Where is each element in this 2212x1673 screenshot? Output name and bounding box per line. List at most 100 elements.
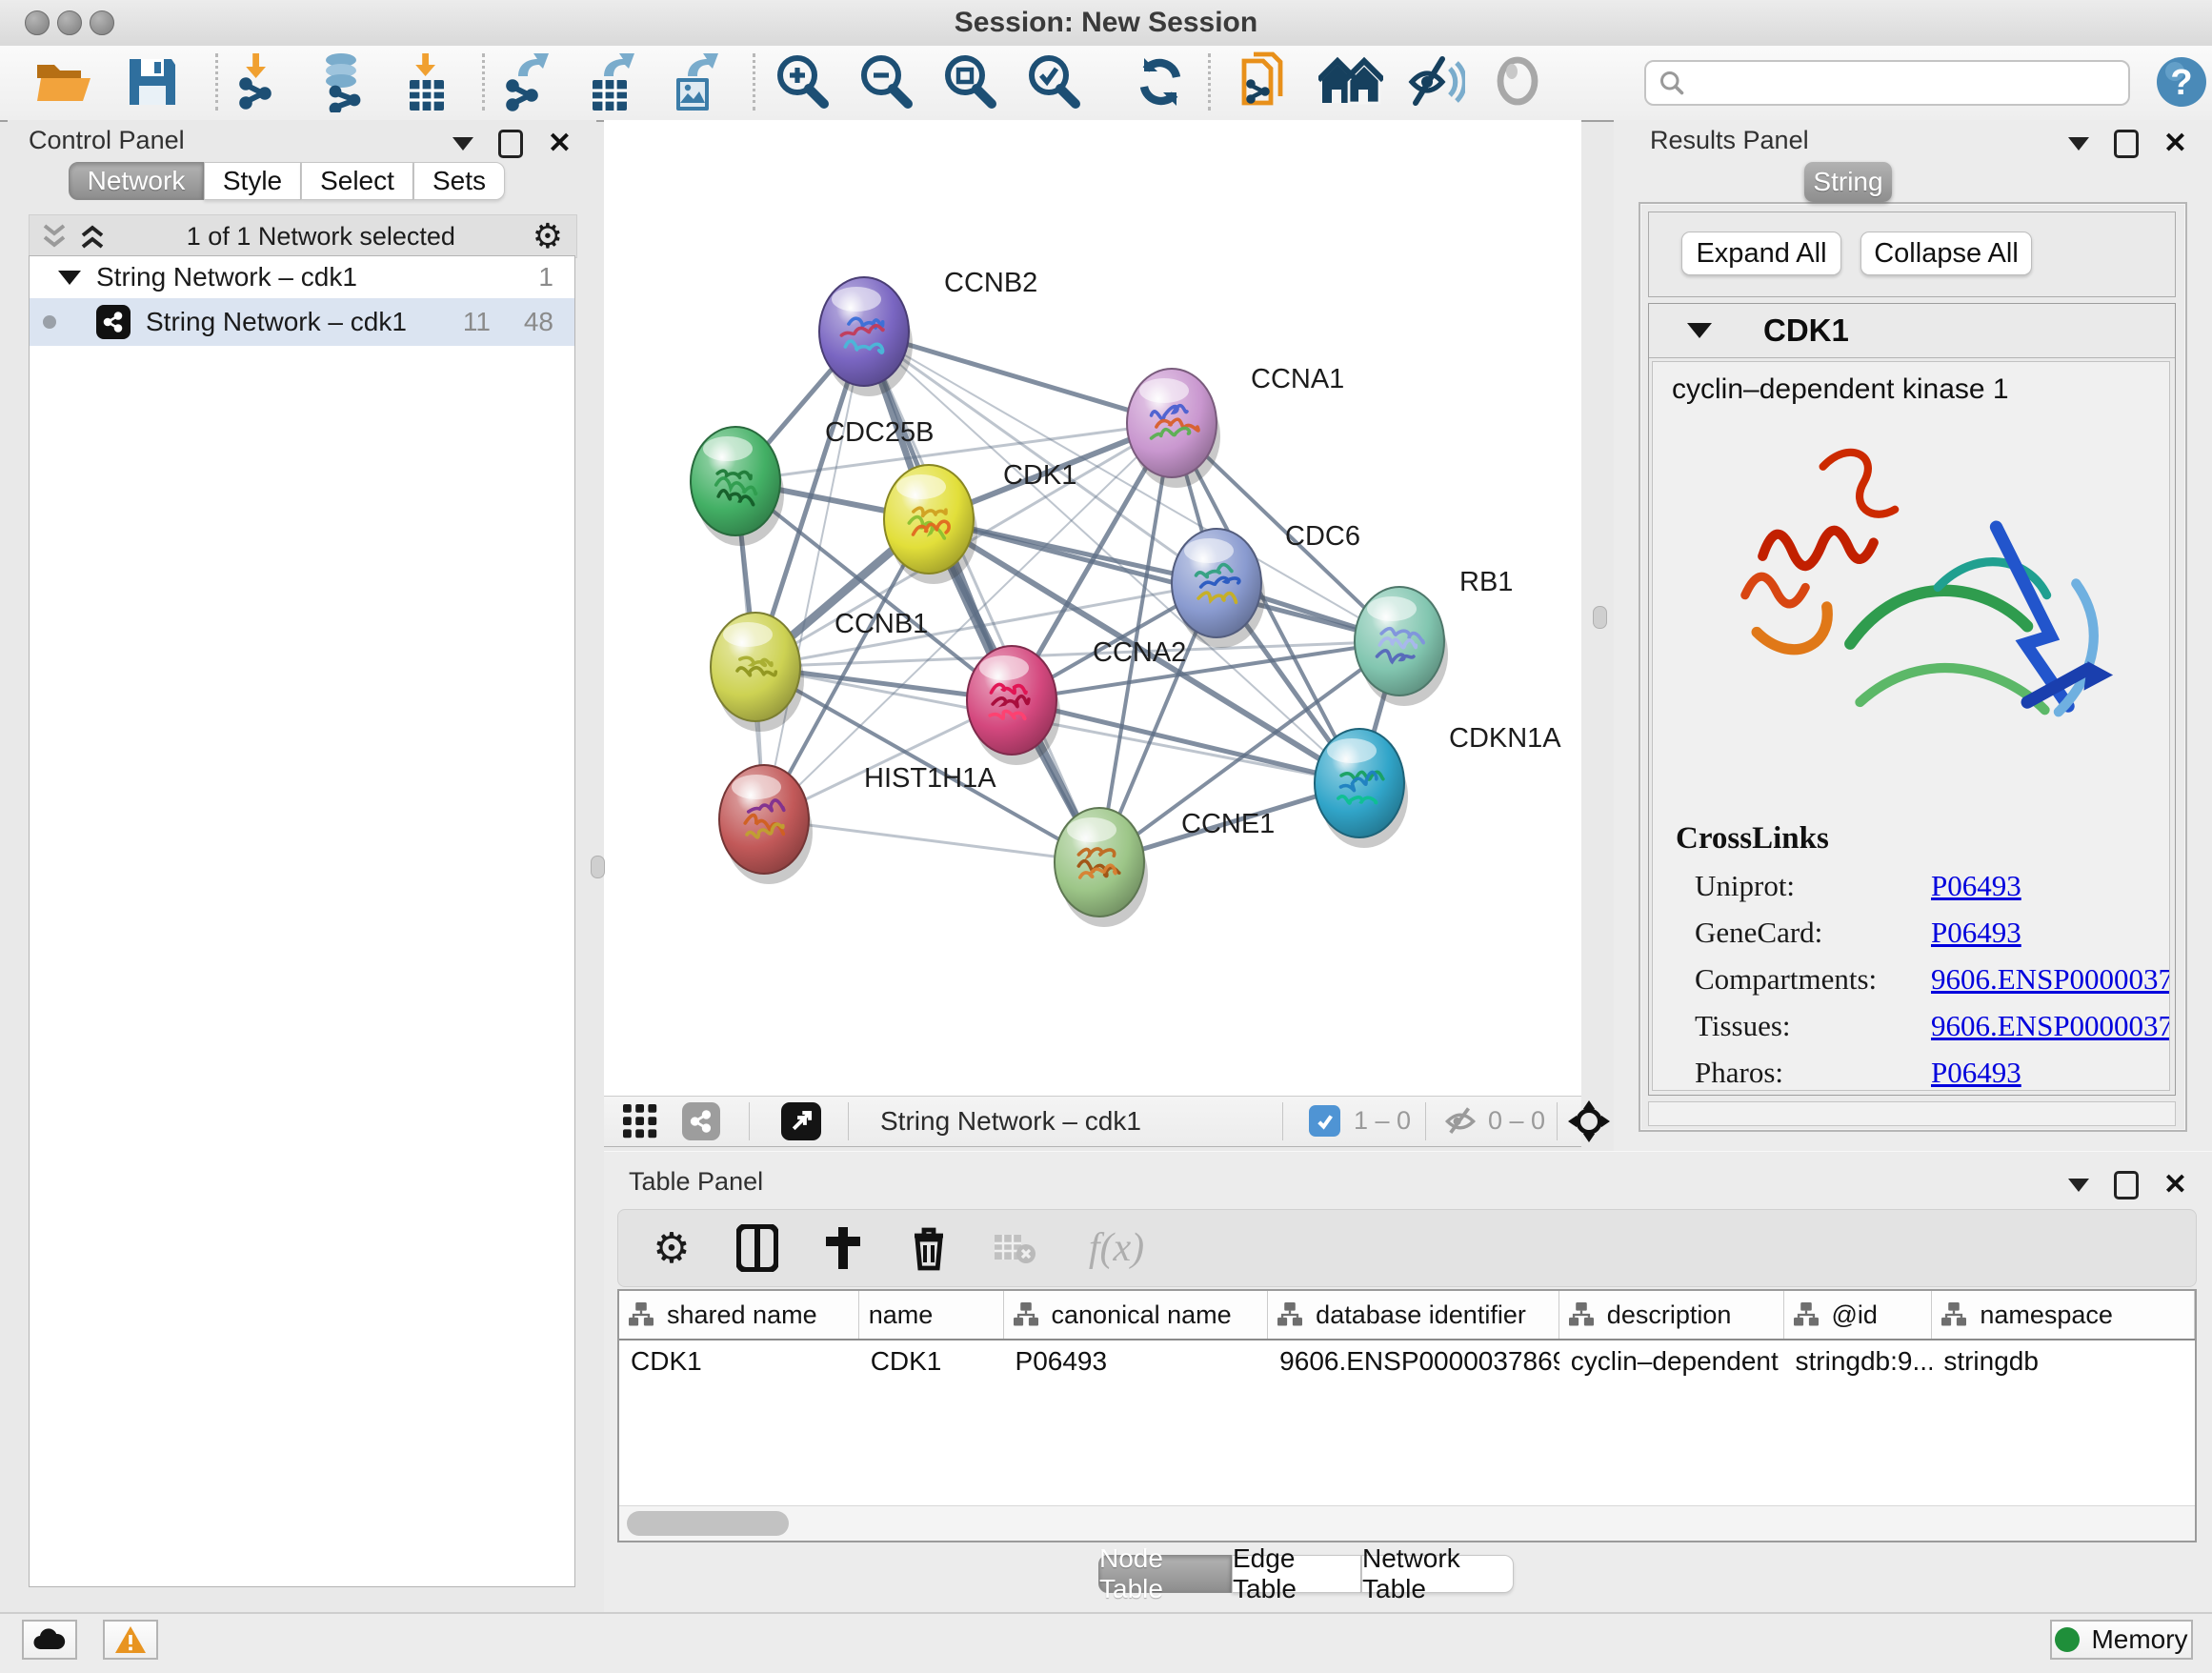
tab-node-table[interactable]: Node Table	[1098, 1555, 1232, 1593]
home-button[interactable]	[1311, 50, 1391, 114]
table-cell[interactable]: stringdb:9...	[1784, 1346, 1933, 1377]
tab-select[interactable]: Select	[301, 162, 413, 200]
expand-all-icon[interactable]	[77, 222, 110, 251]
network-canvas[interactable]: CCNB2CCNA1CDC25BCDK1CDC6RB1CCNB1CCNA2CDK…	[604, 120, 1581, 1096]
memory-button[interactable]: Memory	[2050, 1620, 2193, 1660]
column-header-database-identifier[interactable]: database identifier	[1268, 1291, 1559, 1339]
column-header-name[interactable]: name	[859, 1291, 1004, 1339]
help-button[interactable]: ?	[2142, 50, 2212, 114]
float-panel-icon[interactable]	[498, 130, 523, 158]
refresh-button[interactable]	[1120, 50, 1200, 114]
crosslink-link[interactable]: P06493	[1931, 1056, 2021, 1090]
results-scrollbar[interactable]	[1648, 1101, 2176, 1126]
warnings-button[interactable]	[103, 1620, 158, 1660]
tree-expander-icon[interactable]	[58, 271, 81, 285]
tab-style[interactable]: Style	[204, 162, 301, 200]
node-gloss	[896, 474, 946, 499]
table-row[interactable]: CDK1CDK1P064939606.ENSP00000378699cyclin…	[619, 1340, 2195, 1382]
network-collection-row[interactable]: String Network – cdk1 1	[30, 256, 574, 298]
delete-column-trash-icon[interactable]	[902, 1221, 955, 1275]
table-cell[interactable]: CDK1	[619, 1346, 859, 1377]
zoom-selected-button[interactable]	[1014, 50, 1094, 114]
column-header-canonical-name[interactable]: canonical name	[1004, 1291, 1269, 1339]
export-image-button[interactable]	[654, 50, 734, 114]
add-column-icon[interactable]	[816, 1221, 870, 1275]
table-cell[interactable]: P06493	[1004, 1346, 1269, 1377]
inactive-eye-icon	[1491, 54, 1546, 110]
string-view-icon[interactable]	[682, 1102, 720, 1140]
zoom-fit-button[interactable]	[930, 50, 1010, 114]
float-panel-icon[interactable]	[2114, 1171, 2139, 1199]
network-edge[interactable]	[764, 819, 1099, 862]
tab-edge-table[interactable]: Edge Table	[1232, 1555, 1361, 1593]
birdseye-view-icon[interactable]	[781, 1102, 821, 1140]
table-cell[interactable]: cyclin–dependent ...	[1559, 1346, 1784, 1377]
column-header-shared-name[interactable]: shared name	[619, 1291, 859, 1339]
open-session-button[interactable]	[25, 50, 105, 114]
import-database-button[interactable]	[303, 50, 383, 114]
search-input[interactable]	[1686, 68, 2128, 99]
column-header-description[interactable]: description	[1559, 1291, 1784, 1339]
table-cell[interactable]: stringdb	[1932, 1346, 2195, 1377]
title-bar: Session: New Session	[0, 0, 2212, 47]
export-network-button[interactable]	[486, 50, 566, 114]
hidden-eye-icon[interactable]	[1442, 1105, 1478, 1142]
entry-expander-icon[interactable]	[1687, 323, 1712, 338]
table-cell[interactable]: 9606.ENSP00000378699	[1268, 1346, 1559, 1377]
column-header-namespace[interactable]: namespace	[1932, 1291, 2195, 1339]
collapse-panel-icon[interactable]	[2068, 137, 2089, 151]
collection-label: String Network – cdk1	[96, 262, 357, 292]
clear-table-icon[interactable]	[988, 1221, 1041, 1275]
string-network-graph[interactable]: CCNB2CCNA1CDC25BCDK1CDC6RB1CCNB1CCNA2CDK…	[604, 120, 1581, 1096]
table-settings-gear-icon[interactable]: ⚙	[645, 1221, 698, 1275]
zoom-out-button[interactable]	[846, 50, 926, 114]
show-selection-button[interactable]	[1478, 50, 1558, 114]
zoom-in-button[interactable]	[762, 50, 842, 114]
crosslink-link[interactable]: P06493	[1931, 916, 2021, 950]
crosslink-label: Pharos:	[1676, 1056, 1931, 1090]
node-table[interactable]: shared namenamecanonical namedatabase id…	[617, 1289, 2197, 1542]
left-splitter-handle[interactable]	[591, 856, 605, 878]
function-builder-icon[interactable]: f(x)	[1074, 1221, 1159, 1275]
tab-network-table[interactable]: Network Table	[1361, 1555, 1514, 1593]
import-network-button[interactable]	[219, 50, 299, 114]
crosslink-link[interactable]: P06493	[1931, 869, 2021, 903]
crosslink-link[interactable]: 9606.ENSP00000378699	[1931, 1009, 2170, 1043]
network-row-selected[interactable]: String Network – cdk1 11 48	[30, 298, 574, 346]
gear-icon[interactable]: ⚙	[533, 216, 563, 256]
collapse-panel-icon[interactable]	[452, 137, 473, 151]
collapse-all-button[interactable]: Collapse All	[1860, 232, 2032, 275]
grid-view-icon[interactable]	[623, 1104, 657, 1143]
close-panel-icon[interactable]: ✕	[548, 132, 572, 155]
crosslink-row: Uniprot:P06493	[1676, 869, 2170, 903]
show-columns-icon[interactable]	[731, 1221, 784, 1275]
hide-selection-button[interactable]	[1395, 50, 1475, 114]
collapse-panel-icon[interactable]	[2068, 1179, 2089, 1192]
collapse-all-icon[interactable]	[39, 222, 71, 251]
tab-string[interactable]: String	[1804, 162, 1892, 202]
export-table-button[interactable]	[570, 50, 650, 114]
table-hscrollbar[interactable]	[619, 1505, 2195, 1541]
save-session-button[interactable]	[112, 50, 192, 114]
crosslink-link[interactable]: 9606.ENSP00000378699	[1931, 962, 2170, 997]
table-cell[interactable]: CDK1	[859, 1346, 1004, 1377]
scrollbar-thumb[interactable]	[627, 1511, 789, 1536]
right-splitter-handle[interactable]	[1593, 606, 1607, 629]
close-panel-icon[interactable]: ✕	[2163, 1174, 2187, 1197]
pan-crosshair-icon[interactable]	[1568, 1100, 1610, 1147]
import-table-button[interactable]	[387, 50, 467, 114]
crosslink-row: Compartments:9606.ENSP00000378699	[1676, 962, 2170, 997]
share-document-button[interactable]	[1227, 50, 1307, 114]
cloud-status-button[interactable]	[22, 1620, 77, 1660]
selected-nodes-checkbox[interactable]	[1309, 1105, 1340, 1137]
expand-all-button[interactable]: Expand All	[1681, 232, 1841, 275]
search-box[interactable]	[1644, 60, 2130, 106]
network-edge[interactable]	[764, 332, 864, 819]
network-edge[interactable]	[764, 423, 1172, 819]
column-header--id[interactable]: @id	[1784, 1291, 1933, 1339]
tab-sets[interactable]: Sets	[413, 162, 505, 200]
close-panel-icon[interactable]: ✕	[2163, 132, 2187, 155]
tab-network[interactable]: Network	[69, 162, 204, 200]
cdk1-entry-header[interactable]: CDK1	[1649, 304, 2175, 358]
float-panel-icon[interactable]	[2114, 130, 2139, 158]
